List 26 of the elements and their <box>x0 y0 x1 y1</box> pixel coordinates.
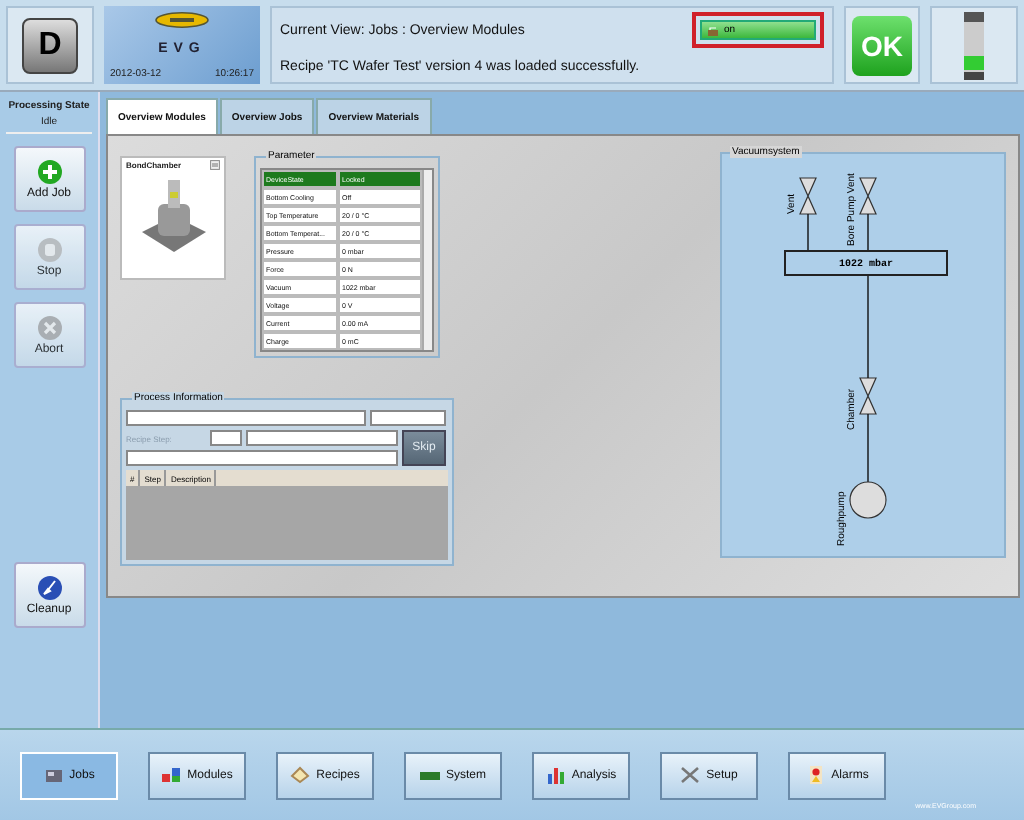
bar-chart-icon <box>545 766 566 784</box>
circuit-board-icon <box>419 766 440 784</box>
input-field[interactable] <box>126 450 398 466</box>
cross-icon <box>37 315 61 339</box>
valve-icon <box>859 377 877 415</box>
machine-icon <box>43 766 64 784</box>
menu-icon[interactable] <box>210 160 220 170</box>
tools-icon <box>680 766 701 784</box>
input-field[interactable] <box>370 410 446 426</box>
ok-indicator: OK <box>852 15 912 75</box>
signal-tower-icon <box>964 11 984 79</box>
input-field[interactable] <box>126 410 366 426</box>
blocks-icon <box>161 766 182 784</box>
padlock-icon <box>708 25 718 35</box>
alarm-icon <box>805 766 826 784</box>
input-field[interactable] <box>210 430 242 446</box>
valve-icon <box>799 177 817 215</box>
plus-icon <box>37 159 61 183</box>
mode-key[interactable]: D <box>22 17 78 73</box>
document-icon <box>290 766 311 784</box>
input-field[interactable] <box>246 430 398 446</box>
logo-emblem-icon <box>154 12 210 28</box>
scrollbar[interactable] <box>422 170 432 350</box>
pump-icon <box>849 481 887 519</box>
broom-icon <box>37 575 61 599</box>
valve-icon <box>859 177 877 215</box>
